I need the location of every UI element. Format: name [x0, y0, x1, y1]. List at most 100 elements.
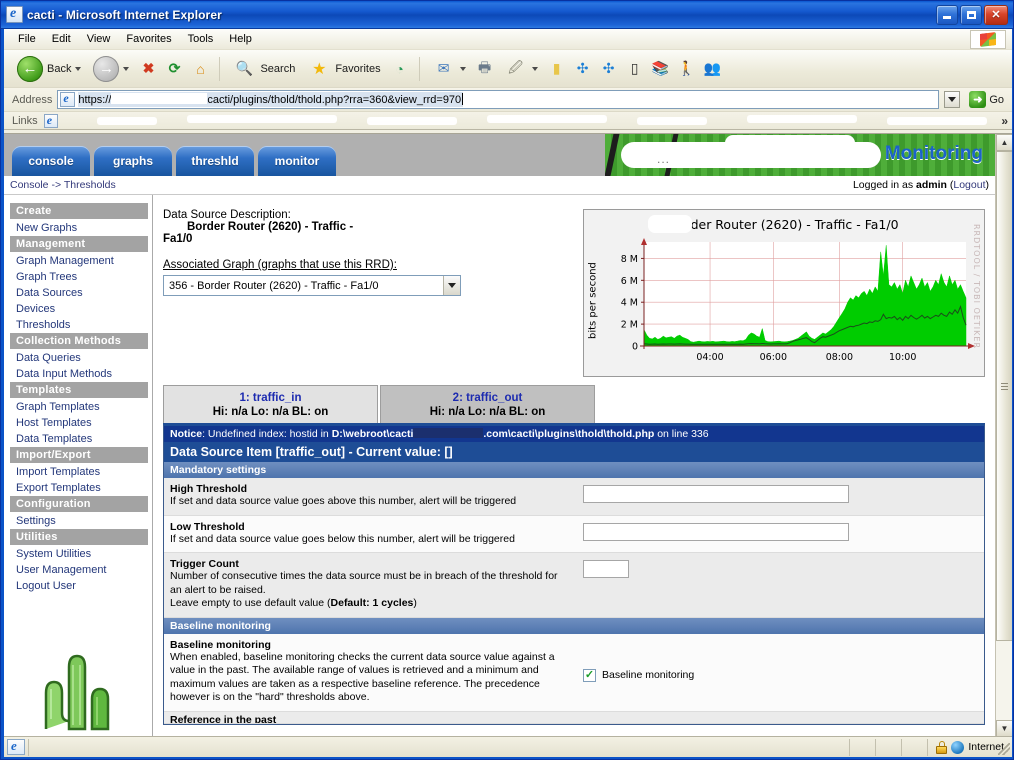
scroll-up-button[interactable]: ▲ [996, 134, 1012, 151]
sidebar-header-create: Create [10, 203, 148, 219]
person-icon[interactable]: 🚶 [675, 57, 699, 81]
high-threshold-input[interactable] [583, 485, 849, 503]
sidebar-item-data-input-methods[interactable]: Data Input Methods [10, 366, 152, 382]
history-icon[interactable]: ◔ [388, 57, 412, 81]
address-input[interactable]: https:// cacti/plugins/thold/thold.php?rr… [57, 90, 940, 109]
refresh-icon[interactable]: ⟳ [162, 57, 186, 81]
chevron-down-icon[interactable] [443, 276, 460, 295]
page-viewport: ... Monitoring console graphs threshld m… [4, 133, 1012, 736]
mail-icon: ✉ [437, 60, 450, 76]
sidebar-item-graph-templates[interactable]: Graph Templates [10, 399, 152, 415]
tab-threshld[interactable]: threshld [176, 146, 254, 176]
edit-dropdown-icon[interactable] [531, 66, 538, 71]
messenger-sync2-icon[interactable]: ✣ [597, 57, 621, 81]
forward-dropdown-icon[interactable] [123, 66, 130, 71]
logged-in-user: admin [916, 179, 947, 191]
ds-tab-traffic-out[interactable]: 2: traffic_out Hi: n/a Lo: n/a BL: on [380, 385, 595, 423]
sidebar-item-devices[interactable]: Devices [10, 301, 152, 317]
associated-graph-label: Associated Graph (graphs that use this R… [163, 259, 397, 271]
sidebar-item-graph-management[interactable]: Graph Management [10, 253, 152, 269]
low-threshold-title: Low Threshold [170, 520, 245, 533]
high-threshold-labels: High Threshold If set and data source va… [164, 478, 579, 515]
trigger-count-input[interactable] [583, 560, 629, 578]
scrollbar-track[interactable] [996, 151, 1012, 720]
menu-view[interactable]: View [79, 31, 119, 47]
data-source-item-bar: Data Source Item [traffic_out] - Current… [164, 442, 984, 462]
minimize-button[interactable] [936, 4, 958, 25]
browser-window: cacti - Microsoft Internet Explorer ✕ Fi… [0, 0, 1014, 760]
breadcrumb-console[interactable]: Console [10, 179, 49, 191]
sidebar-item-graph-trees[interactable]: Graph Trees [10, 269, 152, 285]
go-icon: ➜ [969, 91, 987, 108]
ds-tab-traffic-in[interactable]: 1: traffic_in Hi: n/a Lo: n/a BL: on [163, 385, 378, 423]
stop-icon[interactable]: ✖ [136, 57, 160, 81]
low-threshold-desc: If set and data source value goes below … [170, 532, 515, 545]
status-message [28, 738, 849, 756]
tab-monitor[interactable]: monitor [258, 146, 336, 176]
messenger-icon[interactable]: 👥 [701, 57, 725, 81]
messenger-sync-icon[interactable]: ✣ [571, 57, 595, 81]
scrollbar-thumb[interactable] [996, 151, 1012, 641]
menu-help[interactable]: Help [221, 31, 260, 47]
print-icon[interactable]: 🖶 [473, 57, 497, 81]
favorites-button[interactable]: ★ Favorites [302, 54, 385, 84]
resize-grip[interactable] [998, 743, 1010, 755]
ie-document-icon [6, 6, 23, 23]
logout-link[interactable]: Logout [953, 179, 985, 191]
sidebar-item-logout-user[interactable]: Logout User [10, 578, 152, 594]
search-button[interactable]: 🔍 Search [227, 54, 300, 84]
edit-button[interactable]: 🖉 [499, 54, 543, 84]
notes-icon[interactable]: ▮ [545, 57, 569, 81]
mail-button[interactable]: ✉ [427, 54, 471, 84]
back-icon: ← [17, 55, 43, 82]
ds-tab-traffic-out-title: 2: traffic_out [452, 391, 523, 404]
research-icon[interactable]: 📚 [649, 57, 673, 81]
tab-graphs[interactable]: graphs [94, 146, 172, 176]
sidebar-item-system-utilities[interactable]: System Utilities [10, 546, 152, 562]
sidebar-item-data-templates[interactable]: Data Templates [10, 431, 152, 447]
address-dropdown-icon[interactable] [944, 91, 961, 108]
menu-file[interactable]: File [10, 31, 44, 47]
text-caret [462, 93, 464, 105]
links-overflow-icon[interactable]: » [1001, 114, 1008, 128]
svg-text:4 M: 4 M [621, 298, 638, 309]
pda-icon[interactable]: ▯ [623, 57, 647, 81]
sidebar-item-user-management[interactable]: User Management [10, 562, 152, 578]
sidebar: Create New Graphs Management Graph Manag… [4, 195, 153, 736]
sidebar-header-import-export: Import/Export [10, 447, 148, 463]
back-dropdown-icon[interactable] [75, 66, 82, 71]
svg-text:10:00: 10:00 [889, 352, 916, 363]
baseline-checkbox[interactable]: ✓ [583, 668, 596, 682]
sidebar-item-data-sources[interactable]: Data Sources [10, 285, 152, 301]
forward-button[interactable]: → [88, 54, 134, 84]
sidebar-item-import-templates[interactable]: Import Templates [10, 464, 152, 480]
baseline-checkbox-row[interactable]: ✓ Baseline monitoring [583, 641, 984, 682]
sidebar-item-host-templates[interactable]: Host Templates [10, 415, 152, 431]
baseline-checkbox-label: Baseline monitoring [602, 669, 695, 681]
page-scrollbar[interactable]: ▲ ▼ [995, 134, 1012, 736]
sidebar-item-new-graphs[interactable]: New Graphs [10, 220, 152, 236]
scroll-down-button[interactable]: ▼ [996, 720, 1012, 736]
home-icon[interactable]: ⌂ [188, 57, 212, 81]
go-button[interactable]: ➜ Go [965, 91, 1008, 108]
menu-favorites[interactable]: Favorites [118, 31, 179, 47]
menu-edit[interactable]: Edit [44, 31, 79, 47]
high-threshold-title: High Threshold [170, 483, 247, 495]
low-threshold-input[interactable] [583, 522, 849, 541]
sidebar-item-data-queries[interactable]: Data Queries [10, 350, 152, 366]
sidebar-header-utilities: Utilities [10, 529, 148, 545]
associated-graph-select[interactable]: 356 - Border Router (2620) - Traffic - F… [163, 275, 461, 296]
sidebar-item-export-templates[interactable]: Export Templates [10, 480, 152, 496]
ds-tab-traffic-in-title: 1: traffic_in [239, 391, 302, 404]
sidebar-header-templates: Templates [10, 382, 148, 398]
back-button[interactable]: ← Back [12, 54, 86, 84]
sidebar-item-settings[interactable]: Settings [10, 513, 152, 529]
maximize-button[interactable] [960, 4, 982, 25]
mail-dropdown-icon[interactable] [459, 66, 466, 71]
lock-icon [936, 740, 948, 754]
tab-console[interactable]: console [12, 146, 90, 176]
menu-tools[interactable]: Tools [180, 31, 222, 47]
close-button[interactable]: ✕ [984, 4, 1008, 25]
sidebar-item-thresholds[interactable]: Thresholds [10, 317, 152, 333]
url-prefix: https:// [78, 94, 112, 106]
